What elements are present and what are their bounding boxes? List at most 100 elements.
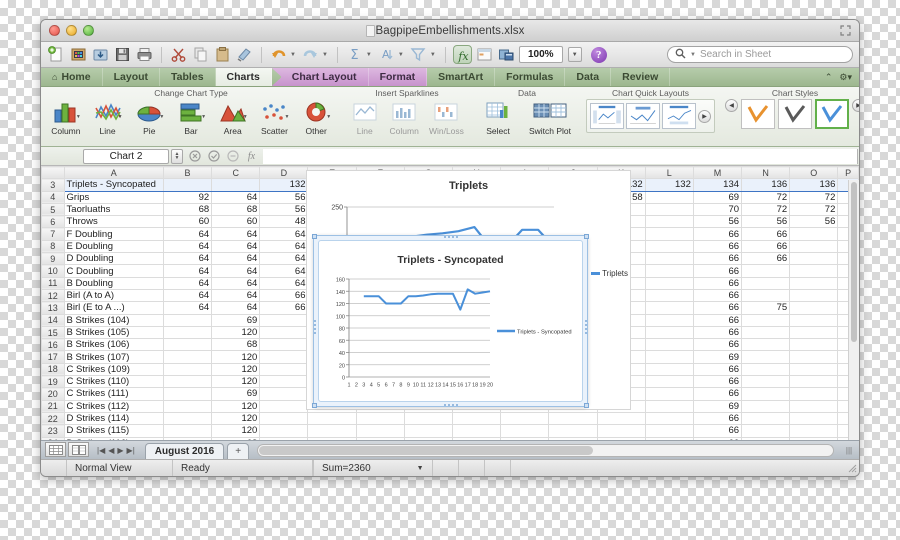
row-header[interactable]: 13 <box>41 301 65 315</box>
grid-cell[interactable]: 56 <box>259 190 309 204</box>
grid-cell[interactable]: D Strikes (116) <box>63 436 164 440</box>
row-header[interactable]: 17 <box>41 350 65 364</box>
row-header[interactable]: 20 <box>41 387 65 401</box>
chart-type-bar[interactable]: ▼ Bar <box>171 98 211 136</box>
table-row[interactable]: 22 D Strikes (114) 120 66 <box>41 411 859 426</box>
chevron-down-icon[interactable]: ▼ <box>285 114 290 120</box>
row-header[interactable]: 19 <box>41 375 65 389</box>
grid-cell[interactable]: 64 <box>162 288 213 303</box>
grid-cell[interactable] <box>789 350 839 364</box>
grid-cell[interactable] <box>644 288 694 303</box>
grid-cell[interactable]: 66 <box>692 338 743 352</box>
col-header-M[interactable]: M <box>692 166 743 180</box>
grid-cell[interactable]: 120 <box>211 399 261 413</box>
grid-cell[interactable]: 69 <box>692 399 743 413</box>
grid-cell[interactable] <box>259 350 309 364</box>
grid-cell[interactable] <box>789 362 839 377</box>
grid-cell[interactable] <box>403 436 454 440</box>
col-header-N[interactable]: N <box>741 166 791 180</box>
grid-cell[interactable]: 66 <box>692 387 743 401</box>
chevron-down-icon[interactable]: ▼ <box>159 114 164 120</box>
grid-cell[interactable]: 56 <box>789 215 839 229</box>
grid-cell[interactable]: 68 <box>211 202 261 217</box>
grid-cell[interactable] <box>789 375 839 389</box>
grid-cell[interactable] <box>162 424 213 438</box>
tab-chart-layout[interactable]: Chart Layout <box>280 68 369 86</box>
open-recent-icon[interactable] <box>69 45 88 64</box>
chart-triplets-syncopated-frame[interactable]: Triplets - Syncopated 0 20 40 60 80 100 120 140… <box>312 234 589 408</box>
grid-cell[interactable] <box>307 411 357 426</box>
grid-cell[interactable] <box>741 362 791 377</box>
grid-cell[interactable] <box>789 338 839 352</box>
row-header[interactable]: 7 <box>41 227 65 241</box>
grid-cell[interactable]: 66 <box>692 424 743 438</box>
grid-cell[interactable]: 66 <box>692 362 743 377</box>
grid-cell[interactable]: 136 <box>741 178 791 192</box>
sparkline-column[interactable]: Column <box>385 98 422 136</box>
grid-cell[interactable] <box>644 313 694 327</box>
chart-style-dark[interactable] <box>778 99 812 129</box>
tab-home[interactable]: ⌂ Home <box>41 68 103 86</box>
grid-cell[interactable] <box>211 178 261 192</box>
next-sheet-icon[interactable]: ▶ <box>117 446 123 455</box>
grid-cell[interactable]: 64 <box>211 239 261 254</box>
col-header-O[interactable]: O <box>789 166 839 180</box>
resize-handle-w[interactable] <box>313 319 317 335</box>
undo-dropdown-caret[interactable]: ▼ <box>290 52 296 58</box>
grid-cell[interactable] <box>403 424 454 438</box>
grid-cell[interactable] <box>644 399 694 413</box>
grid-cell[interactable]: 134 <box>692 178 743 192</box>
grid-cell[interactable]: 120 <box>211 362 261 377</box>
grid-cell[interactable] <box>741 399 791 413</box>
vertical-scrollbar[interactable] <box>848 180 859 440</box>
undo-icon[interactable] <box>269 45 288 64</box>
grid-cell[interactable]: 66 <box>692 264 743 278</box>
grid-cell[interactable] <box>644 411 694 426</box>
grid-cell[interactable]: 66 <box>692 325 743 340</box>
chevron-down-icon[interactable]: ▼ <box>201 114 206 120</box>
grid-cell[interactable]: 66 <box>692 436 743 440</box>
chevron-down-icon[interactable]: ▼ <box>76 114 81 120</box>
zoom-stepper[interactable]: ▼ <box>567 47 582 62</box>
grid-cell[interactable] <box>741 288 791 303</box>
row-header[interactable]: 9 <box>41 252 65 266</box>
grid-cell[interactable] <box>451 424 502 438</box>
help-icon[interactable]: ? <box>590 46 607 63</box>
cut-scissors-icon[interactable] <box>169 45 188 64</box>
grid-cell[interactable]: 72 <box>741 190 791 204</box>
grid-cell[interactable]: 66 <box>259 288 309 303</box>
grid-cell[interactable]: 120 <box>211 411 261 426</box>
grid-cell[interactable] <box>548 411 598 426</box>
accept-icon[interactable] <box>206 149 221 164</box>
resize-handle-se[interactable] <box>584 403 589 408</box>
minimize-button[interactable] <box>66 25 77 36</box>
grid-cell[interactable]: E Doubling <box>63 239 164 254</box>
gallery-icon[interactable] <box>475 45 494 64</box>
sparkline-winloss[interactable]: Win/Loss <box>425 98 468 136</box>
grid-cell[interactable]: 66 <box>692 301 743 315</box>
resize-handle-sw[interactable] <box>312 403 317 408</box>
grid-cell[interactable]: Birl (E to A ...) <box>63 301 164 315</box>
cancel-icon[interactable] <box>187 149 202 164</box>
row-header[interactable]: 16 <box>41 338 65 352</box>
grid-cell[interactable] <box>500 424 550 438</box>
grid-cell[interactable]: C Strikes (111) <box>63 387 164 401</box>
grid-cell[interactable]: 64 <box>211 252 261 266</box>
grid-cell[interactable] <box>789 325 839 340</box>
tab-smartart[interactable]: SmartArt <box>427 68 496 86</box>
col-header-L[interactable]: L <box>644 166 694 180</box>
grid-cell[interactable] <box>259 362 309 377</box>
name-box-stepper[interactable]: ▲ ▼ <box>171 148 183 164</box>
grid-cell[interactable]: B Strikes (105) <box>63 325 164 340</box>
grid-cell[interactable] <box>789 424 839 438</box>
grid-cell[interactable]: 70 <box>692 202 743 217</box>
row-header[interactable]: 3 <box>41 178 65 192</box>
grid-cell[interactable] <box>644 325 694 340</box>
grid-cell[interactable]: 66 <box>692 313 743 327</box>
grid-cell[interactable]: 66 <box>692 227 743 241</box>
select-data-button[interactable]: Select <box>478 98 518 136</box>
grid-cell[interactable]: 132 <box>644 178 694 192</box>
grid-cell[interactable] <box>644 436 694 440</box>
grid-cell[interactable] <box>789 313 839 327</box>
quick-layout-3-icon[interactable] <box>662 103 696 129</box>
